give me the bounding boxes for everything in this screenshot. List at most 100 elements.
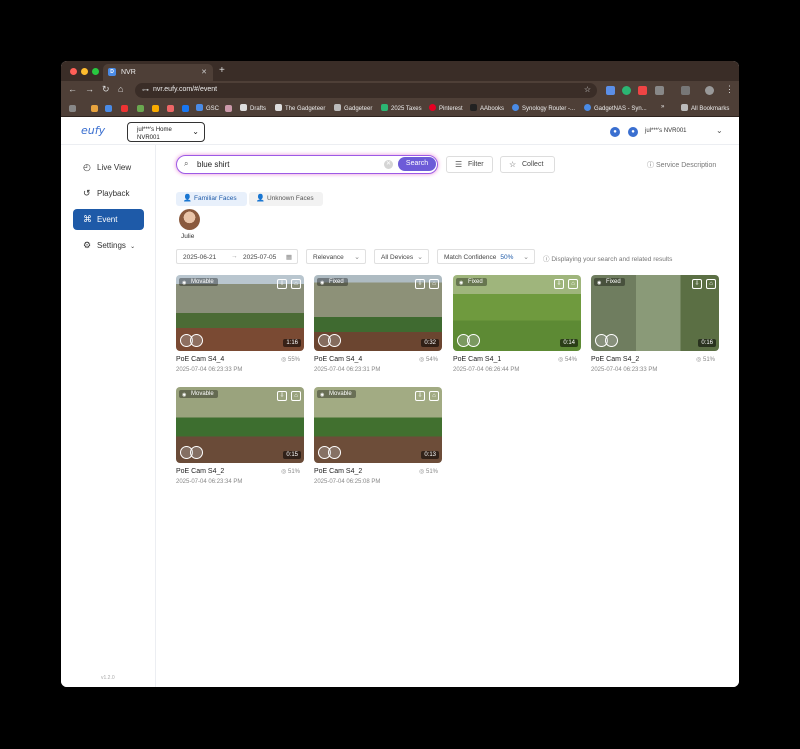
person-icon: 👤	[183, 195, 192, 202]
extension-icon[interactable]	[622, 86, 631, 95]
browser-tab[interactable]: D NVR ✕	[103, 64, 213, 81]
download-icon[interactable]: ⇩	[554, 279, 564, 289]
tab-title: NVR	[121, 69, 136, 76]
arrow-right-icon: →	[231, 253, 238, 260]
bookmark-icon[interactable]	[121, 105, 128, 112]
face-avatar[interactable]	[179, 209, 200, 230]
close-window-button[interactable]	[70, 68, 77, 75]
new-tab-icon[interactable]: +	[219, 65, 225, 76]
apps-icon[interactable]	[69, 105, 76, 112]
download-icon[interactable]: ⇩	[415, 391, 425, 401]
sidebar-item-settings[interactable]: ⚙ Settings ⌄	[73, 235, 144, 256]
event-main: ⌕ blue shirt ✕ Search ☰ Filter ☆ Collect…	[157, 145, 739, 687]
event-card[interactable]: ◉ Fixed ⇩ ⌂ 0:32 PoE Cam S4_4 ◎ 54% 2025-07-04 …	[314, 275, 442, 373]
more-bookmarks-icon[interactable]: »	[661, 104, 664, 110]
puzzle-icon[interactable]	[655, 86, 664, 95]
person-icon: 👤	[256, 195, 265, 202]
home-icon[interactable]: ⌂	[568, 279, 578, 289]
home-icon[interactable]: ⌂	[118, 84, 123, 94]
event-card[interactable]: ◉ Fixed ⇩ ⌂ 0:16 PoE Cam S4_2 ◎ 51% 2025-07-04 …	[591, 275, 719, 373]
bookmark-gsc[interactable]: GSC	[196, 104, 219, 112]
event-thumbnail[interactable]: ◉ Movable ⇩ ⌂ 0:15	[176, 387, 304, 463]
sort-select[interactable]: Relevance ⌄	[306, 249, 366, 264]
profile-icon[interactable]	[705, 86, 714, 95]
bookmark-icon[interactable]	[105, 105, 112, 112]
chevron-down-icon[interactable]: ⌄	[716, 126, 723, 135]
bookmark-gadgeteer[interactable]: Gadgeteer	[334, 104, 372, 112]
bookmark-the-gadgeteer[interactable]: The Gadgeteer	[275, 104, 325, 112]
home-icon[interactable]: ⌂	[429, 391, 439, 401]
sidebar-panel-icon[interactable]	[681, 86, 690, 95]
extension-icon[interactable]	[606, 86, 615, 95]
home-icon[interactable]: ⌂	[429, 279, 439, 289]
devices-select[interactable]: All Devices ⌄	[374, 249, 429, 264]
account-name[interactable]: jul***'s NVR001	[645, 128, 687, 134]
event-card[interactable]: ◉ Movable ⇩ ⌂ 1:16 PoE Cam S4_4 ◎ 55% 2025-07-0…	[176, 275, 304, 373]
confidence-label: ◎ 51%	[419, 469, 438, 475]
event-thumbnail[interactable]: ◉ Fixed ⇩ ⌂ 0:32	[314, 275, 442, 351]
bookmark-2025-taxes[interactable]: 2025 Taxes	[381, 104, 422, 112]
filter-button[interactable]: ☰ Filter	[446, 156, 493, 173]
bookmark-gadgetnas[interactable]: GadgetNAS - Syn...	[584, 104, 647, 112]
face-crop	[190, 446, 203, 459]
address-bar[interactable]: ⊶ nvr.eufy.com/#/event ☆	[135, 83, 597, 98]
bookmark-drafts[interactable]: Drafts	[240, 104, 266, 112]
eufy-logo: eufy	[81, 124, 106, 137]
download-icon[interactable]: ⇩	[692, 279, 702, 289]
bookmark-synology-router[interactable]: Synology Router -...	[512, 104, 575, 112]
back-icon[interactable]: ←	[68, 84, 77, 94]
bell-icon[interactable]: ●	[610, 127, 620, 137]
event-card[interactable]: ◉ Movable ⇩ ⌂ 0:15 PoE Cam S4_2 ◎ 51% 2025-07-0…	[176, 387, 304, 485]
event-card[interactable]: ◉ Fixed ⇩ ⌂ 0:14 PoE Cam S4_1 ◎ 54% 2025-07-04 …	[453, 275, 581, 373]
search-button[interactable]: Search	[398, 157, 436, 171]
home-icon[interactable]: ⌂	[706, 279, 716, 289]
site-info-icon[interactable]: ⊶	[142, 86, 149, 94]
bookmark-icon[interactable]	[182, 105, 189, 112]
extension-icon[interactable]	[638, 86, 647, 95]
reload-icon[interactable]: ↻	[102, 84, 110, 95]
service-description-link[interactable]: ⓘ Service Description	[647, 160, 716, 170]
home-icon[interactable]: ⌂	[291, 391, 301, 401]
download-icon[interactable]: ⇩	[277, 279, 287, 289]
forward-icon[interactable]: →	[85, 84, 94, 94]
download-icon[interactable]: ⇩	[415, 279, 425, 289]
bookmark-icon[interactable]	[152, 105, 159, 112]
user-avatar-icon[interactable]: ●	[628, 127, 638, 137]
sidebar-item-event[interactable]: ⌘ Event	[73, 209, 144, 230]
bookmark-all-bookmarks[interactable]: All Bookmarks	[681, 104, 729, 112]
event-thumbnail[interactable]: ◉ Movable ⇩ ⌂ 1:16	[176, 275, 304, 351]
close-tab-icon[interactable]: ✕	[201, 68, 207, 76]
clear-search-icon[interactable]: ✕	[384, 160, 393, 169]
bookmark-pinterest[interactable]: Pinterest	[429, 104, 463, 112]
browser-window: D NVR ✕ + ← → ↻ ⌂ ⊶ nvr.eufy.com/#/event…	[61, 61, 739, 687]
sidebar-item-playback[interactable]: ↺ Playback	[73, 183, 144, 204]
date-range-picker[interactable]: 2025-06-21 → 2025-07-05 ▦	[176, 249, 298, 264]
bookmark-star-icon[interactable]: ☆	[584, 85, 591, 94]
download-icon[interactable]: ⇩	[277, 391, 287, 401]
camera-icon: ◉	[320, 392, 325, 398]
match-confidence-select[interactable]: Match Confidence 50% ⌄	[437, 249, 535, 264]
search-bar[interactable]: ⌕ blue shirt ✕ Search	[176, 155, 438, 174]
minimize-window-button[interactable]	[81, 68, 88, 75]
home-icon[interactable]: ⌂	[291, 279, 301, 289]
search-input[interactable]: blue shirt	[197, 160, 229, 169]
bookmark-icon[interactable]	[225, 105, 232, 112]
face-crop	[328, 446, 341, 459]
bookmark-icon[interactable]	[137, 105, 144, 112]
collect-button[interactable]: ☆ Collect	[500, 156, 555, 173]
camera-name: PoE Cam S4_2 ◎ 51%	[176, 468, 300, 475]
menu-icon[interactable]: ⋮	[725, 84, 734, 95]
event-card[interactable]: ◉ Movable ⇩ ⌂ 0:13 PoE Cam S4_2 ◎ 51% 2025-07-0…	[314, 387, 442, 485]
event-thumbnail[interactable]: ◉ Fixed ⇩ ⌂ 0:14	[453, 275, 581, 351]
sidebar-item-live-view[interactable]: ◴ Live View	[73, 157, 144, 178]
camera-name: PoE Cam S4_1 ◎ 54%	[453, 356, 577, 363]
event-thumbnail[interactable]: ◉ Movable ⇩ ⌂ 0:13	[314, 387, 442, 463]
bookmark-icon[interactable]	[91, 105, 98, 112]
maximize-window-button[interactable]	[92, 68, 99, 75]
event-thumbnail[interactable]: ◉ Fixed ⇩ ⌂ 0:16	[591, 275, 719, 351]
bookmark-icon[interactable]	[167, 105, 174, 112]
home-selector[interactable]: jul***'s Home NVR001 ⌄	[127, 122, 205, 142]
tab-familiar-faces[interactable]: 👤 Familiar Faces	[176, 192, 247, 206]
tab-unknown-faces[interactable]: 👤 Unknown Faces	[249, 192, 323, 206]
bookmark-aabooks[interactable]: AAbooks	[470, 104, 504, 112]
